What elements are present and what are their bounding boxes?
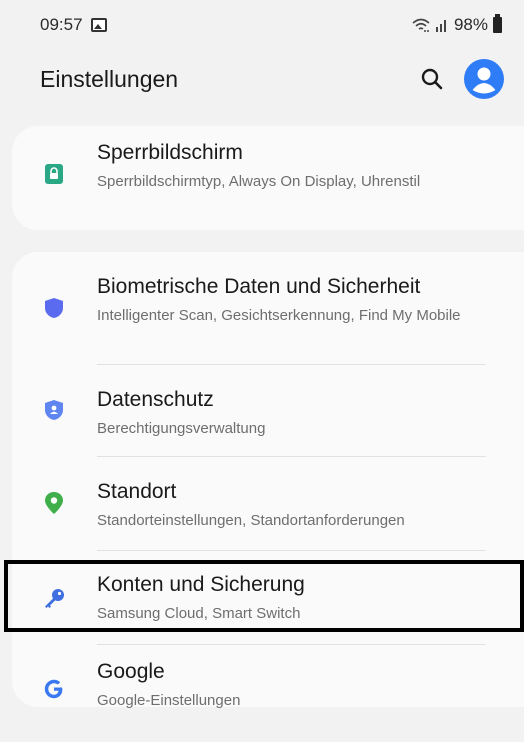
battery-icon: [493, 14, 502, 33]
header-actions: [418, 59, 504, 99]
item-text: Google Google-Einstellungen: [97, 659, 494, 710]
highlight-box: [4, 560, 524, 632]
shield-icon: [42, 296, 66, 320]
google-icon: [42, 677, 66, 701]
wifi-icon: [412, 18, 430, 32]
item-text: Biometrische Daten und Sicherheit Intell…: [97, 274, 494, 325]
item-title: Standort: [97, 480, 177, 503]
status-bar: 09:57 98%: [0, 0, 524, 50]
item-text: Datenschutz Berechtigungsverwaltung: [97, 387, 494, 438]
status-left: 09:57: [40, 15, 107, 35]
item-text: Standort Standorteinstellungen, Standort…: [97, 479, 494, 530]
settings-item-datenschutz[interactable]: Datenschutz Berechtigungsverwaltung: [12, 365, 524, 455]
profile-icon: [472, 67, 496, 94]
settings-item-biometrics[interactable]: Biometrische Daten und Sicherheit Intell…: [12, 252, 524, 364]
app-header: Einstellungen: [0, 50, 524, 108]
profile-button[interactable]: [464, 59, 504, 99]
item-title: Google: [97, 660, 165, 683]
image-notification-icon: [90, 18, 107, 32]
item-subtitle: Standorteinstellungen, Standortanforderu…: [97, 512, 405, 529]
settings-item-google[interactable]: Google Google-Einstellungen: [12, 645, 524, 710]
page-title: Einstellungen: [40, 65, 179, 92]
search-icon: [421, 68, 443, 90]
search-button[interactable]: [418, 65, 446, 93]
item-title: Datenschutz: [97, 388, 214, 411]
item-subtitle: Sperrbildschirmtyp, Always On Display, U…: [97, 173, 421, 190]
item-text: Sperrbildschirm Sperrbildschirmtyp, Alwa…: [97, 140, 494, 191]
status-right: 98%: [412, 14, 502, 35]
item-subtitle: Google-Einstellungen: [97, 692, 241, 709]
settings-item-sperrbildschirm[interactable]: Sperrbildschirm Sperrbildschirmtyp, Alwa…: [12, 126, 524, 230]
settings-group-security: Biometrische Daten und Sicherheit Intell…: [12, 252, 524, 710]
item-subtitle: Intelligenter Scan, Gesichtserkennung, F…: [97, 307, 461, 324]
battery-percentage: 98%: [453, 15, 488, 34]
signal-icon: [435, 20, 446, 32]
settings-group-lockscreen: Sperrbildschirm Sperrbildschirmtyp, Alwa…: [12, 126, 524, 230]
lock-icon: [42, 162, 66, 186]
item-title: Sperrbildschirm: [97, 141, 243, 164]
item-title: Biometrische Daten und Sicherheit: [97, 275, 421, 298]
item-subtitle: Berechtigungsverwaltung: [97, 420, 266, 437]
status-time: 09:57: [40, 15, 83, 34]
location-pin-icon: [42, 491, 66, 515]
privacy-shield-icon: [42, 398, 66, 422]
settings-item-standort[interactable]: Standort Standorteinstellungen, Standort…: [12, 457, 524, 549]
